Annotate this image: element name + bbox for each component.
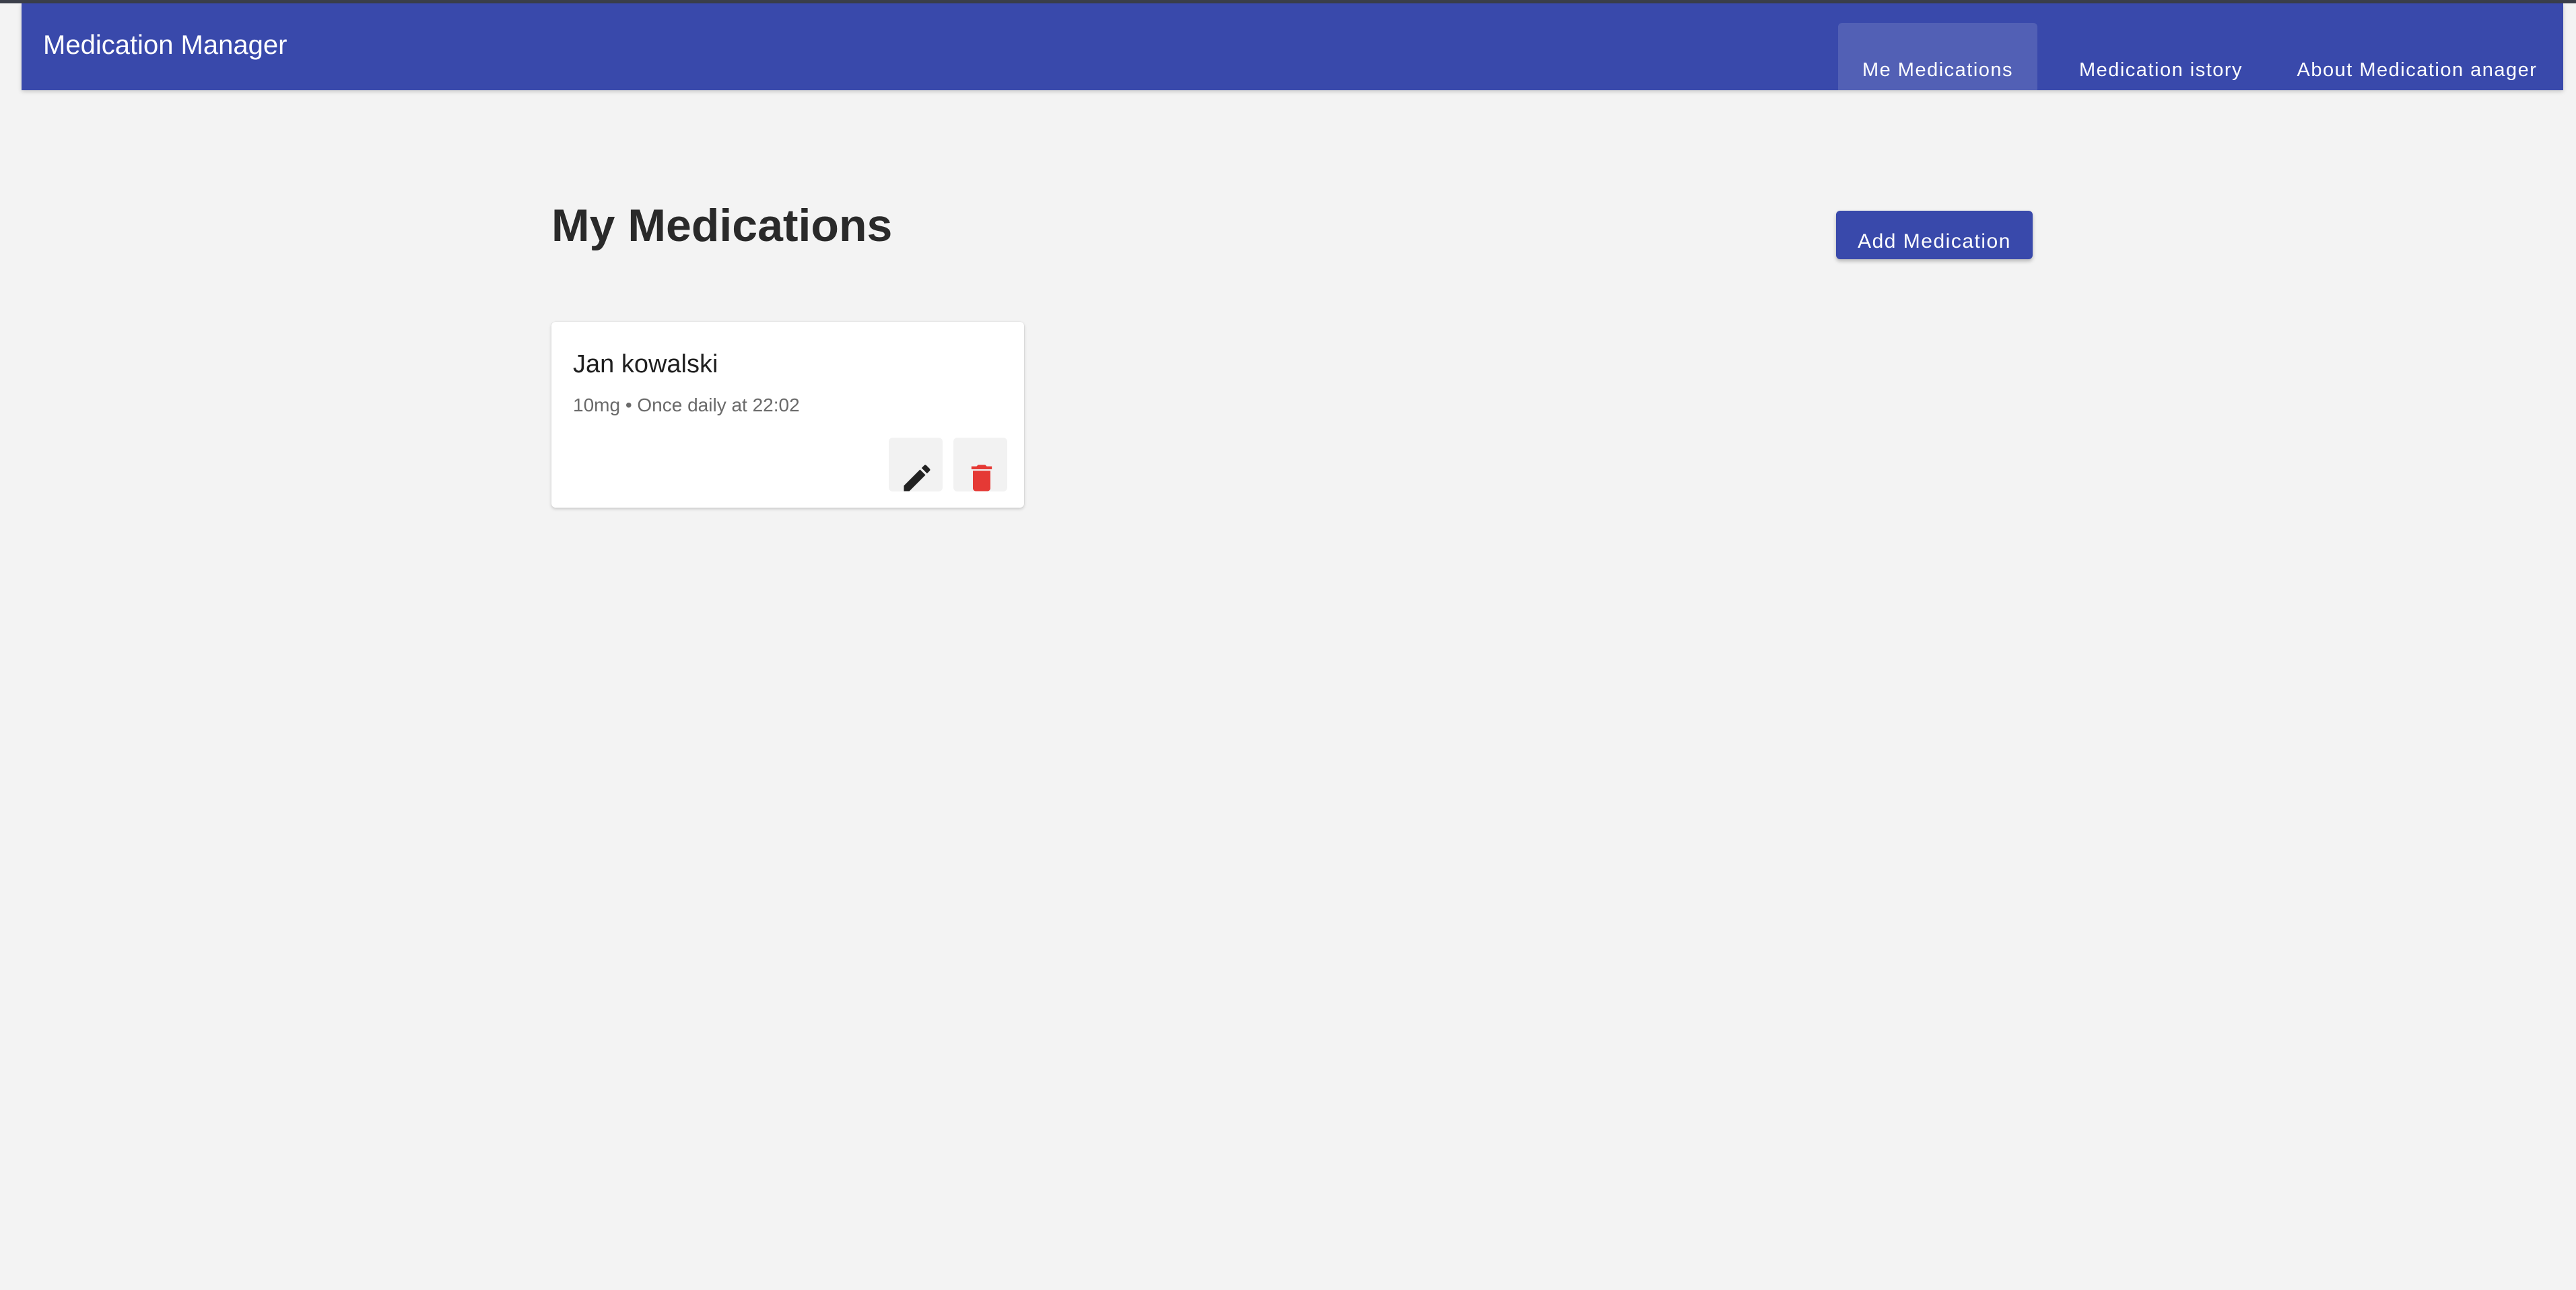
medication-card: Jan kowalski 10mg • Once daily at 22:02 bbox=[551, 322, 1024, 508]
delete-medication-button[interactable] bbox=[953, 438, 1007, 491]
app-bar: Medication Manager Me Medications Medica… bbox=[22, 3, 2563, 90]
trash-icon bbox=[971, 465, 992, 491]
app-title: Medication Manager bbox=[43, 30, 287, 60]
edit-medication-button[interactable] bbox=[889, 438, 943, 491]
tab-about[interactable]: About Medication anager bbox=[2284, 23, 2550, 90]
page-title: My Medications bbox=[551, 200, 893, 251]
medication-details: 10mg • Once daily at 22:02 bbox=[573, 395, 800, 415]
tab-medication-history[interactable]: Medication istory bbox=[2058, 23, 2264, 90]
add-medication-button[interactable]: Add Medication bbox=[1836, 211, 2033, 259]
tab-my-medications[interactable]: Me Medications bbox=[1838, 23, 2037, 90]
pencil-icon bbox=[904, 465, 930, 491]
medication-name: Jan kowalski bbox=[573, 350, 718, 378]
